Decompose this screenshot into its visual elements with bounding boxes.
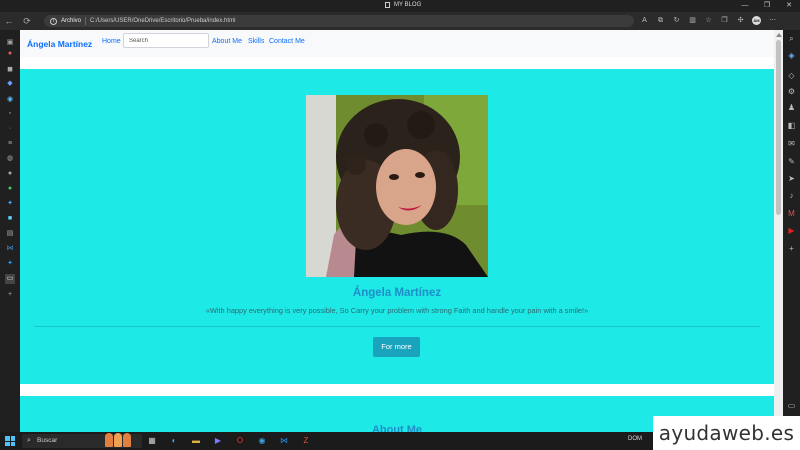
- watermark-logo: ayudaweb.es: [653, 416, 800, 450]
- nav-link-home[interactable]: Home: [102, 38, 121, 45]
- task-view-icon[interactable]: ▦: [146, 435, 158, 447]
- send-icon[interactable]: ➤: [786, 173, 797, 184]
- opera-icon[interactable]: O: [234, 435, 246, 447]
- edge-icon[interactable]: ◐: [168, 435, 180, 447]
- tab-favicon-6[interactable]: ·: [5, 124, 15, 134]
- outlook-icon[interactable]: ✉: [786, 138, 797, 149]
- extension-icon[interactable]: ⧉: [656, 16, 665, 25]
- hero-section: Ángela Martínez «With happy everything i…: [20, 69, 774, 384]
- vscode-icon[interactable]: ⋈: [278, 435, 290, 447]
- tab-favicon-5[interactable]: ▫: [5, 109, 15, 119]
- right-sidebar: ⌕ ◈ ◇ ⚙ ♟ ◧ ✉ ✎ ➤ ♪ M ▶ + ▭ ⚙: [783, 30, 800, 432]
- tab-favicon-2[interactable]: ◼: [5, 65, 15, 75]
- site-navbar: Ángela Martínez Home About Me Skills Con…: [20, 30, 774, 57]
- office-icon[interactable]: ◧: [786, 120, 797, 131]
- window-title-text: MY BLOG: [394, 2, 422, 8]
- tab-favicon-1[interactable]: ●: [5, 49, 15, 59]
- chrome-icon[interactable]: ◉: [256, 435, 268, 447]
- address-bar[interactable]: i Archivo C:/Users/USER/OneDrive/Escrito…: [44, 15, 634, 27]
- file-explorer-icon[interactable]: ▬: [190, 435, 202, 447]
- tab-favicon-9[interactable]: ●: [5, 169, 15, 179]
- search-icon: ⌕: [27, 437, 31, 444]
- window-title-bar: MY BLOG — ❐ ✕: [0, 0, 800, 12]
- search-sidebar-icon[interactable]: ⌕: [786, 33, 797, 44]
- games-icon[interactable]: ♟: [786, 102, 797, 113]
- extensions-puzzle-icon[interactable]: ✣: [736, 16, 745, 25]
- for-more-button[interactable]: For more: [373, 337, 420, 357]
- nav-link-contact[interactable]: Contact Me: [269, 38, 305, 45]
- more-menu-icon[interactable]: ⋯: [768, 16, 777, 25]
- tools-icon[interactable]: ⚙: [786, 86, 797, 97]
- browser-toolbar-icons: A ⧉ ↻ ▥ ☆ ❒ ✣ ÁM ⋯: [640, 16, 777, 25]
- notifications-icon[interactable]: ♪: [786, 190, 797, 201]
- left-sidebar: ▣ ● ◼ ◆ ◉ ▫ · ≡ ◍ ● ● ✦ ■ ▤ ⋈ ✦ ▭ +: [0, 30, 20, 432]
- tab-favicon-12[interactable]: ■: [5, 214, 15, 224]
- window-title: MY BLOG: [385, 2, 421, 8]
- chat-icon[interactable]: ✎: [786, 156, 797, 167]
- sidebar-layout-icon[interactable]: ▭: [786, 400, 797, 411]
- youtube-icon[interactable]: ▶: [786, 225, 797, 236]
- filezilla-icon[interactable]: Z: [300, 435, 312, 447]
- window-controls: — ❐ ✕: [734, 0, 800, 12]
- tab-favicon-8[interactable]: ◍: [5, 154, 15, 164]
- tab-favicon-7[interactable]: ≡: [5, 139, 15, 149]
- nav-link-skills[interactable]: Skills: [248, 38, 264, 45]
- media-player-icon[interactable]: ▶: [212, 435, 224, 447]
- nav-link-about[interactable]: About Me: [212, 38, 242, 45]
- url-path[interactable]: C:/Users/USER/OneDrive/Escritorio/Prueba…: [90, 18, 235, 24]
- tab-favicon-10[interactable]: ●: [5, 184, 15, 194]
- maximize-button[interactable]: ❐: [756, 0, 778, 12]
- gmail-icon[interactable]: M: [786, 208, 797, 219]
- back-arrow-icon[interactable]: ←: [0, 12, 18, 30]
- scroll-thumb[interactable]: [776, 40, 781, 215]
- browser-toolbar: ← ⟳ i Archivo C:/Users/USER/OneDrive/Esc…: [0, 12, 800, 30]
- hero-quote: «With happy everything is very possible,…: [205, 306, 589, 315]
- new-tab-plus-icon[interactable]: +: [5, 290, 15, 300]
- page-scrollbar[interactable]: [774, 30, 783, 432]
- site-brand[interactable]: Ángela Martínez: [27, 39, 92, 49]
- add-sidebar-icon[interactable]: +: [786, 243, 797, 254]
- close-button[interactable]: ✕: [778, 0, 800, 12]
- copilot-icon[interactable]: ◈: [786, 50, 797, 61]
- page-viewport: Ángela Martínez Home About Me Skills Con…: [20, 30, 774, 432]
- scheme-label: Archivo: [61, 18, 82, 24]
- document-icon: [385, 2, 390, 8]
- split-screen-icon[interactable]: ▥: [688, 16, 697, 25]
- taskbar-search-label: Buscar: [37, 437, 58, 444]
- taskbar-tray-text: DOM: [628, 436, 642, 442]
- hero-name: Ángela Martínez: [352, 287, 442, 299]
- shopping-tag-icon[interactable]: ◇: [786, 70, 797, 81]
- tab-favicon-3[interactable]: ◆: [5, 79, 15, 89]
- tab-actions-icon[interactable]: ▣: [5, 38, 15, 48]
- info-icon[interactable]: i: [50, 17, 57, 25]
- profile-photo: [306, 95, 488, 277]
- refresh-page-icon[interactable]: ↻: [672, 16, 681, 25]
- address-separator: [85, 17, 87, 25]
- tab-favicon-13[interactable]: ▤: [5, 229, 15, 239]
- scroll-up-arrow-icon[interactable]: [776, 33, 782, 37]
- search-input[interactable]: [123, 33, 209, 48]
- profile-avatar[interactable]: ÁM: [752, 16, 761, 25]
- windows-start-icon[interactable]: [5, 436, 15, 446]
- tab-favicon-14[interactable]: ⋈: [5, 244, 15, 254]
- taskbar-apps: ▦ ◐ ▬ ▶ O ◉ ⋈ Z: [146, 435, 312, 447]
- hero-divider: [34, 326, 760, 327]
- active-tab-favicon[interactable]: ▭: [5, 274, 15, 284]
- favorites-icon[interactable]: ☆: [704, 16, 713, 25]
- read-aloud-icon[interactable]: A: [640, 16, 649, 25]
- profile-photo-image: [306, 95, 488, 277]
- collections-icon[interactable]: ❒: [720, 16, 729, 25]
- reload-icon[interactable]: ⟳: [18, 12, 36, 30]
- tab-favicon-11[interactable]: ✦: [5, 199, 15, 209]
- tab-favicon-4[interactable]: ◉: [5, 95, 15, 105]
- tab-favicon-15[interactable]: ✦: [5, 259, 15, 269]
- taskbar-people-widget[interactable]: [105, 433, 131, 447]
- minimize-button[interactable]: —: [734, 0, 756, 12]
